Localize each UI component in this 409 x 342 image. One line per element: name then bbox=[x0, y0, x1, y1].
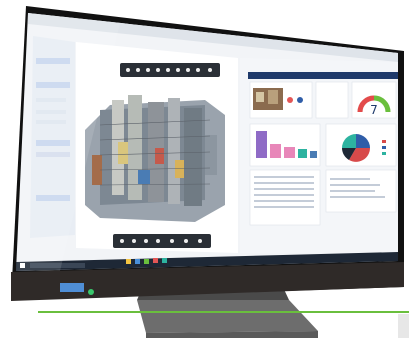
monitor-logo-sticker bbox=[60, 283, 84, 292]
list-item[interactable] bbox=[254, 200, 314, 202]
list-item[interactable] bbox=[254, 182, 314, 184]
list-item[interactable] bbox=[254, 194, 314, 196]
building-model bbox=[85, 95, 225, 222]
accent-line bbox=[38, 311, 409, 313]
app-icon[interactable] bbox=[162, 258, 167, 263]
filter-icon[interactable] bbox=[132, 239, 136, 243]
section-icon[interactable] bbox=[166, 68, 170, 72]
viewer-bottom-toolbar[interactable] bbox=[113, 234, 211, 248]
bar bbox=[310, 151, 317, 158]
power-led bbox=[88, 289, 94, 295]
photo-scene: 7 bbox=[0, 0, 409, 338]
monitor-photo: 7 bbox=[11, 6, 404, 338]
markup-icon[interactable] bbox=[144, 239, 148, 243]
bar bbox=[270, 144, 281, 158]
card-stat[interactable] bbox=[315, 81, 349, 119]
fit-icon[interactable] bbox=[156, 68, 160, 72]
app-icon[interactable] bbox=[144, 259, 149, 264]
properties-icon[interactable] bbox=[196, 68, 200, 72]
gauge-value: 7 bbox=[370, 103, 378, 117]
bar bbox=[284, 147, 295, 158]
cube-icon[interactable] bbox=[156, 239, 160, 243]
bar bbox=[256, 131, 267, 158]
list-item[interactable] bbox=[254, 188, 314, 190]
map-pin-icon bbox=[297, 97, 303, 103]
layers-icon[interactable] bbox=[184, 239, 188, 243]
folder-icon[interactable] bbox=[126, 259, 131, 264]
browser-icon[interactable] bbox=[135, 259, 140, 264]
measure-icon[interactable] bbox=[176, 68, 180, 72]
model-tree-icon[interactable] bbox=[170, 239, 174, 243]
app-icon[interactable] bbox=[153, 258, 158, 263]
explode-icon[interactable] bbox=[186, 68, 190, 72]
pan-icon[interactable] bbox=[136, 68, 140, 72]
pie-legend bbox=[382, 140, 386, 155]
list-item[interactable] bbox=[254, 206, 314, 208]
corner-element bbox=[398, 314, 409, 338]
walk-icon[interactable] bbox=[120, 239, 124, 243]
toolbar-icons bbox=[126, 68, 212, 72]
fullscreen-icon[interactable] bbox=[198, 239, 202, 243]
dashboard-header bbox=[248, 72, 398, 79]
pie-chart bbox=[342, 134, 370, 162]
map-pin-icon bbox=[287, 97, 293, 103]
orbit-icon[interactable] bbox=[126, 68, 130, 72]
bar bbox=[298, 149, 307, 158]
issues-list[interactable] bbox=[249, 169, 321, 226]
zoom-icon[interactable] bbox=[146, 68, 150, 72]
settings-icon[interactable] bbox=[208, 68, 212, 72]
list-item[interactable] bbox=[254, 176, 314, 178]
